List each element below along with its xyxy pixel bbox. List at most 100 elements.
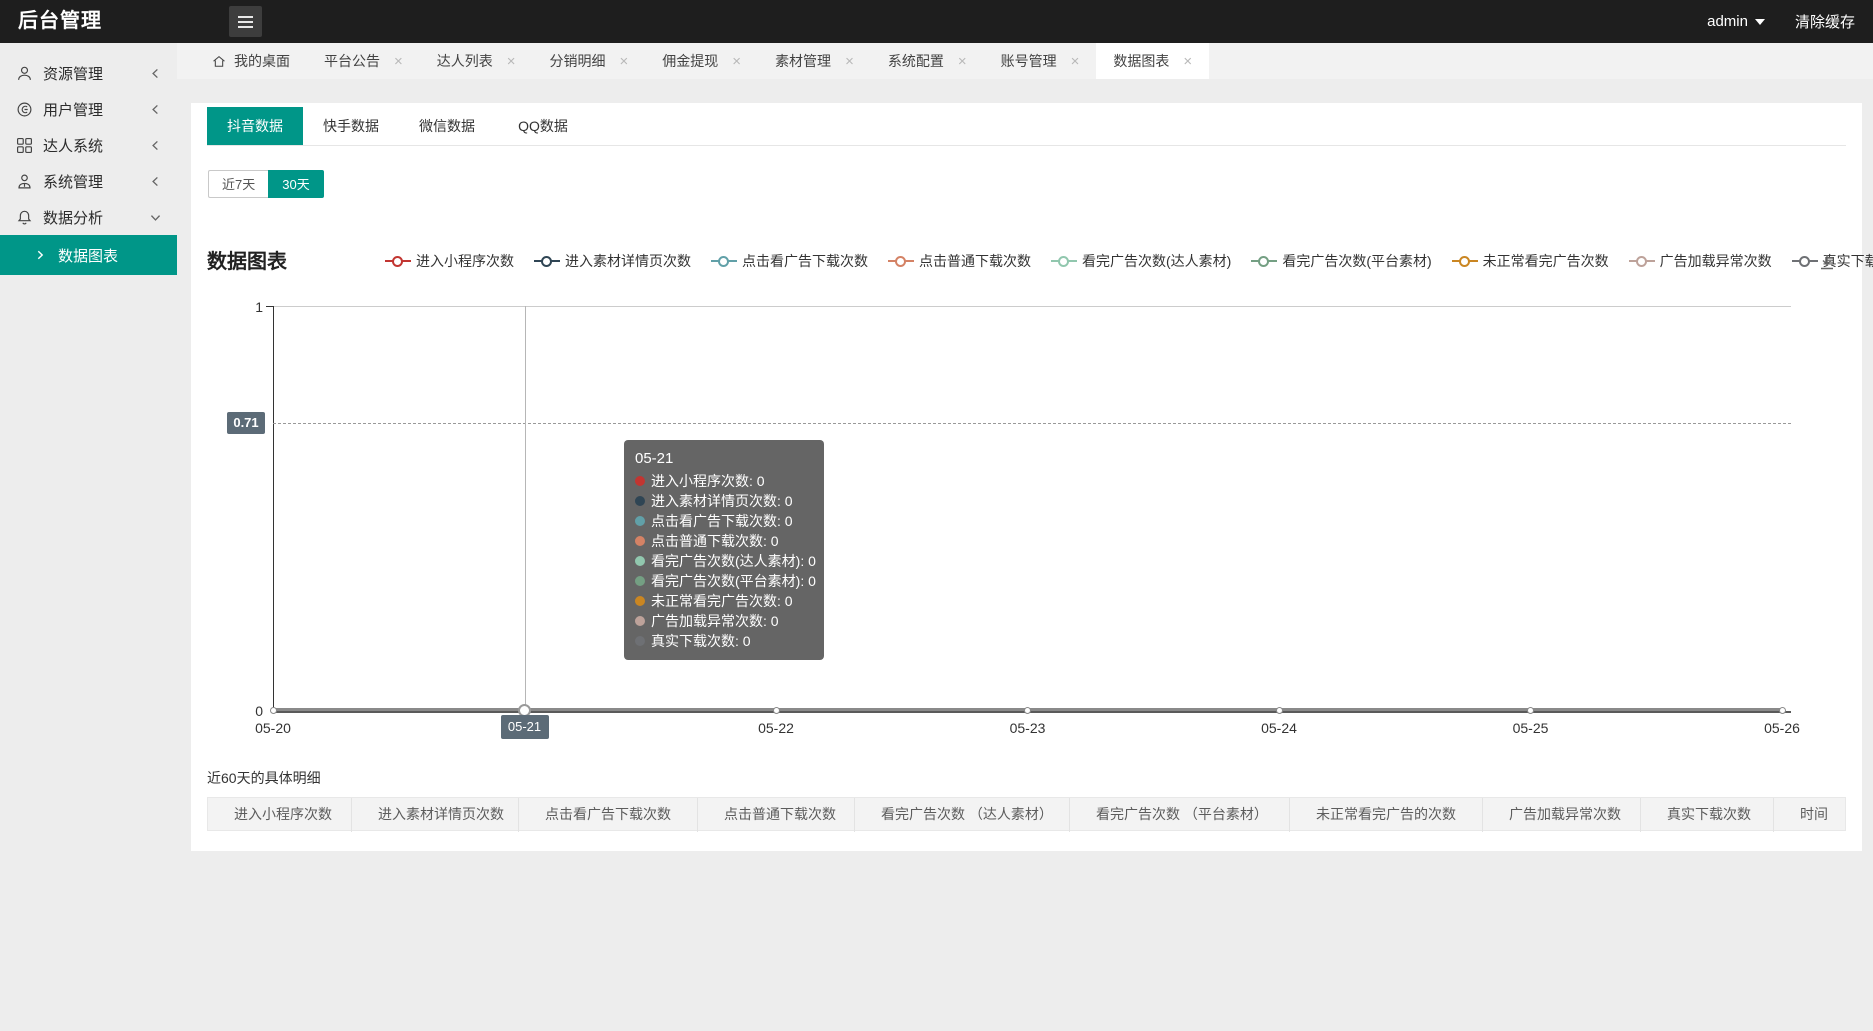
tooltip-row-text: 真实下载次数: 0 [651,631,751,651]
app-title: 后台管理 [18,0,102,43]
tooltip-row-text: 看完广告次数(平台素材): 0 [651,571,816,591]
range-button-1[interactable]: 近7天 [208,170,268,198]
tab-label: 达人列表 [437,51,493,71]
legend-marker-icon [1452,260,1478,262]
tooltip-row-text: 进入素材详情页次数: 0 [651,491,793,511]
legend-marker-icon [534,260,560,262]
table-header-cell: 看完广告次数 （达人素材） [855,798,1070,832]
tab-3[interactable]: 达人列表 × [420,43,533,79]
hamburger-menu-icon[interactable] [229,6,262,37]
globe-icon [16,101,33,118]
legend-item[interactable]: 进入小程序次数 [385,251,514,271]
tooltip-series-dot [635,616,645,626]
platform-tab-2[interactable]: 快手数据 [303,107,399,145]
window-tabbar: 我的桌面平台公告×达人列表×分销明细×佣金提现×素材管理×系统配置×账号管理×数… [177,43,1873,79]
legend-item[interactable]: 点击看广告下载次数 [711,251,868,271]
y-axis-label-max: 1 [229,299,263,315]
legend-label: 进入素材详情页次数 [565,251,691,271]
x-axis [273,711,1791,713]
sidebar-item-3[interactable]: 达人系统 [0,127,177,163]
platform-tab-3[interactable]: 微信数据 [399,107,495,145]
clear-cache-button[interactable]: 清除缓存 [1795,11,1855,32]
close-tab-icon[interactable]: × [732,53,741,70]
sidebar-item-2[interactable]: 用户管理 [0,91,177,127]
data-point-05-20 [270,707,277,714]
table-header-cell: 进入素材详情页次数 [352,798,519,832]
close-tab-icon[interactable]: × [958,53,967,70]
topbar: 后台管理 admin 清除缓存 [0,0,1873,43]
user-dropdown[interactable]: admin [1707,13,1765,30]
mark-line-label: 0.71 [227,412,265,434]
sidebar-menu: 资源管理用户管理达人系统系统管理数据分析数据图表 [0,55,177,275]
detail-table-header: 进入小程序次数进入素材详情页次数点击看广告下载次数点击普通下载次数看完广告次数 … [207,797,1846,831]
tooltip-series-dot [635,536,645,546]
sidebar-item-label: 资源管理 [43,63,150,84]
close-tab-icon[interactable]: × [507,53,516,70]
tab-9[interactable]: 数据图表 × [1096,43,1209,79]
sidebar-item-4[interactable]: 系统管理 [0,163,177,199]
legend-item[interactable]: 点击普通下载次数 [888,251,1031,271]
content-card: 抖音数据快手数据微信数据QQ数据 近7天30天 数据图表 进入小程序次数进入素材… [191,103,1862,851]
legend-marker-icon [385,260,411,262]
tooltip-row: 看完广告次数(平台素材): 0 [635,571,813,591]
sidebar-item-5[interactable]: 数据分析 [0,199,177,235]
username: admin [1707,13,1748,30]
data-point-05-26 [1779,707,1786,714]
tooltip-series-dot [635,516,645,526]
download-icon[interactable] [1818,253,1836,271]
sidebar-item-1[interactable]: 资源管理 [0,55,177,91]
legend-marker-icon [1629,260,1655,262]
table-header-cell: 进入小程序次数 [208,798,352,832]
tooltip-row: 看完广告次数(达人素材): 0 [635,551,813,571]
sidebar-item-label: 数据分析 [43,207,150,228]
sidebar-subitem-label: 数据图表 [58,245,118,266]
x-axis-tick-label: 05-24 [1244,720,1314,736]
tab-4[interactable]: 分销明细× [533,43,646,79]
tab-1[interactable]: 我的桌面 [195,43,307,79]
close-tab-icon[interactable]: × [845,53,854,70]
chevron-down-icon [150,212,161,223]
legend-item[interactable]: 未正常看完广告次数 [1452,251,1609,271]
sidebar-subitem[interactable]: 数据图表 [0,235,177,275]
table-header-cell: 时间 [1774,798,1845,832]
tab-label: 数据图表 [1113,51,1169,71]
user-icon [16,65,33,82]
legend-item[interactable]: 进入素材详情页次数 [534,251,691,271]
legend-marker-icon [711,260,737,262]
close-tab-icon[interactable]: × [620,53,629,70]
sidebar: 资源管理用户管理达人系统系统管理数据分析数据图表 [0,43,177,1031]
table-header-cell: 点击普通下载次数 [698,798,855,832]
chart-legend: 进入小程序次数进入素材详情页次数点击看广告下载次数点击普通下载次数看完广告次数(… [385,251,1873,271]
tab-label: 平台公告 [324,51,380,71]
legend-item[interactable]: 看完广告次数(达人素材) [1051,251,1231,271]
sidebar-item-label: 用户管理 [43,99,150,120]
close-tab-icon[interactable]: × [1183,53,1192,70]
close-tab-icon[interactable]: × [394,53,403,70]
platform-tab-1[interactable]: 抖音数据 [207,107,303,145]
tab-8[interactable]: 账号管理× [984,43,1097,79]
tab-label: 素材管理 [775,51,831,71]
tab-2[interactable]: 平台公告 × [307,43,420,79]
legend-item[interactable]: 广告加载异常次数 [1629,251,1772,271]
legend-label: 点击看广告下载次数 [742,251,868,271]
close-tab-icon[interactable]: × [1071,53,1080,70]
y-axis [273,306,274,711]
home-icon [212,54,226,68]
tooltip-row-text: 点击普通下载次数: 0 [651,531,779,551]
table-header-cell: 未正常看完广告的次数 [1290,798,1483,832]
tab-5[interactable]: 佣金提现× [645,43,758,79]
chevron-left-icon [150,104,161,115]
platform-tabs: 抖音数据快手数据微信数据QQ数据 [207,107,1846,146]
range-button-2[interactable]: 30天 [268,170,323,198]
legend-marker-icon [1251,260,1277,262]
platform-tab-4[interactable]: QQ数据 [495,107,591,145]
x-axis-tick-label: 05-23 [993,720,1063,736]
tooltip-row: 未正常看完广告次数: 0 [635,591,813,611]
legend-item[interactable]: 看完广告次数(平台素材) [1251,251,1431,271]
detail-table-title: 近60天的具体明细 [207,768,321,788]
y-axis-label-min: 0 [229,703,263,719]
legend-label: 广告加载异常次数 [1660,251,1772,271]
tab-6[interactable]: 素材管理 × [758,43,871,79]
tab-7[interactable]: 系统配置× [871,43,984,79]
data-point-05-23 [1024,707,1031,714]
